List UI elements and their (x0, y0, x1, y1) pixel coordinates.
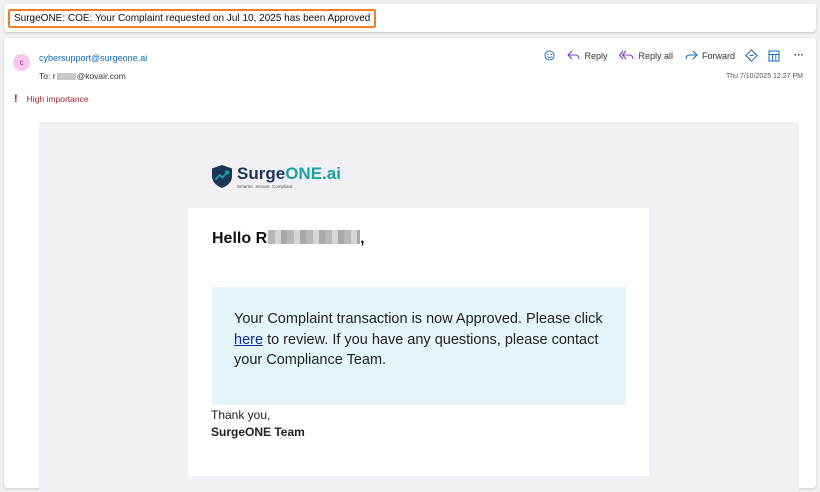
reply-label: Reply (584, 50, 608, 61)
reading-pane: c cybersupport@surgeone.ai To: r @kovair.… (4, 38, 816, 492)
smiley-icon[interactable] (544, 50, 555, 61)
received-date: Thu 7/10/2025 12:27 PM (725, 73, 803, 80)
forward-label: Forward (701, 50, 735, 61)
greeting-suffix: , (360, 230, 365, 247)
more-options-icon[interactable]: ··· (794, 50, 804, 61)
reply-all-icon (619, 50, 635, 60)
reply-all-label: Reply all (638, 50, 673, 61)
message-actions: Reply Reply all Forward ··· (534, 49, 804, 62)
sender-email[interactable]: cybersupport@surgeone.ai (39, 53, 147, 63)
recipient-line: To: r @kovair.com (39, 71, 126, 81)
message-after-link: to review. If you have any questions, pl… (234, 331, 599, 369)
table-view-icon[interactable] (768, 50, 780, 62)
surgeone-logo: SurgeONE.ai Smarter. Secure. Compliant (211, 164, 341, 189)
greeting: Hello R, (212, 230, 365, 248)
redacted-recipient (56, 73, 76, 81)
exclamation-icon: ! (14, 93, 18, 105)
importance-flag: ! High importance (14, 93, 89, 105)
sticker-icon[interactable] (745, 49, 758, 62)
importance-label: High importance (26, 94, 89, 104)
sender-avatar[interactable]: c (13, 54, 30, 71)
reply-icon (567, 50, 581, 60)
thanks-text: Thank you, (211, 408, 271, 422)
subject-bar: SurgeONE: COE: Your Complaint requested … (4, 4, 816, 32)
shield-logo-icon (212, 165, 232, 188)
forward-button[interactable]: Forward (685, 50, 735, 61)
logo-name-part2: ONE.ai (285, 163, 341, 183)
recipient-domain[interactable]: @kovair.com (77, 71, 126, 81)
reply-all-button[interactable]: Reply all (619, 50, 673, 61)
logo-name-part1: Surge (237, 163, 286, 183)
message-card: Hello R, Your Complaint transaction is n… (188, 208, 649, 476)
reply-button[interactable]: Reply (567, 50, 607, 61)
review-link[interactable]: here (234, 332, 263, 348)
team-name: SurgeONE Team (211, 425, 305, 439)
message-before-link: Your Complaint transaction is now Approv… (234, 311, 603, 327)
recipient-prefix[interactable]: r (53, 71, 56, 81)
forward-icon (685, 50, 698, 60)
greeting-prefix: Hello R (212, 230, 268, 247)
redacted-name (268, 230, 361, 244)
email-body: SurgeONE.ai Smarter. Secure. Compliant H… (39, 122, 799, 492)
approval-notice: Your Complaint transaction is now Approv… (212, 287, 626, 405)
approval-message: Your Complaint transaction is now Approv… (234, 309, 614, 371)
logo-tagline: Smarter. Secure. Compliant (237, 183, 293, 189)
to-label: To: (39, 71, 51, 81)
signature: Thank you, SurgeONE Team (211, 407, 305, 441)
email-subject: SurgeONE: COE: Your Complaint requested … (8, 9, 377, 28)
